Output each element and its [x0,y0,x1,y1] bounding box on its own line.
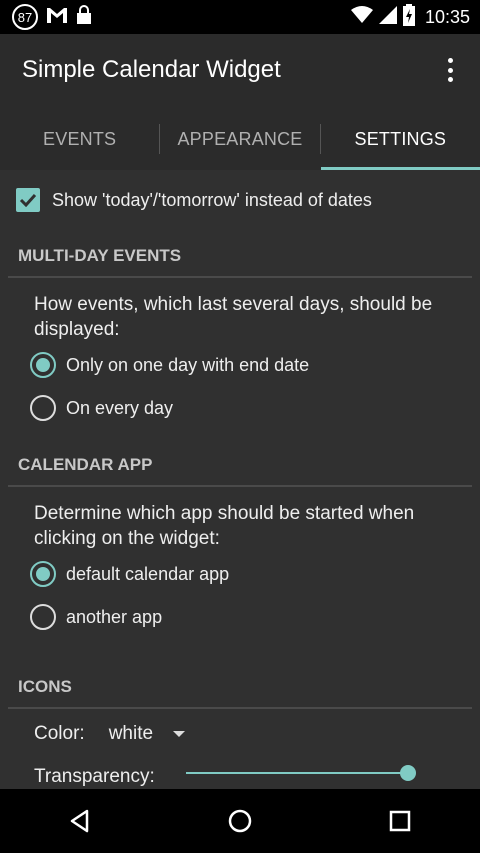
tab-bar: EVENTS APPEARANCE SETTINGS [0,108,480,170]
tab-settings[interactable]: SETTINGS [320,108,480,170]
radio-option-default-app[interactable]: default calendar app [30,561,229,587]
radio-label: Only on one day with end date [66,354,310,375]
app-title: Simple Calendar Widget [22,56,281,83]
calendar-app-description: Determine which app should be started wh… [34,503,415,549]
settings-content[interactable]: Show 'today'/'tomorrow' instead of dates… [0,170,480,789]
color-dropdown[interactable]: white [108,723,186,745]
radio-button[interactable] [30,352,56,378]
radio-label: another app [66,606,163,627]
tab-appearance[interactable]: APPEARANCE [160,108,319,170]
transparency-label: Transparency: [34,766,155,787]
notification-count-badge: 87 [12,4,38,30]
section-title: CALENDAR APP [18,455,153,474]
signal-icon [378,6,397,29]
radio-option-every-day[interactable]: On every day [30,395,173,421]
navigation-bar [0,789,480,853]
status-bar-left: 87 [12,4,92,30]
back-icon[interactable] [60,801,100,841]
overflow-menu-icon[interactable] [440,56,460,84]
icons-section-header: ICONS [8,677,472,709]
radio-button[interactable] [30,604,56,630]
section-title: MULTI-DAY EVENTS [18,246,182,265]
gmail-icon [46,6,68,29]
color-value: white [108,723,154,744]
section-title: ICONS [18,677,72,696]
lock-icon [76,4,92,30]
radio-option-another-app[interactable]: another app [30,604,162,630]
radio-option-one-day[interactable]: Only on one day with end date [30,352,309,378]
multi-day-description: How events, which last several days, sho… [34,294,433,340]
status-bar-right: 10:35 [350,4,470,31]
home-icon[interactable] [220,801,260,841]
radio-label: default calendar app [66,563,230,584]
clock-time: 10:35 [424,7,470,27]
show-today-checkbox[interactable] [16,188,40,212]
recents-icon[interactable] [380,801,420,841]
calendar-app-section-header: CALENDAR APP [8,455,472,487]
app-bar: Simple Calendar Widget EVENTS APPEARANCE… [0,34,480,170]
radio-button[interactable] [30,395,56,421]
check-icon [19,193,37,207]
slider-track [186,772,410,774]
multi-day-section-header: MULTI-DAY EVENTS [8,246,472,278]
battery-charging-icon [402,4,415,31]
section-divider [8,485,472,487]
section-divider [8,276,472,278]
wifi-icon [350,6,373,29]
transparency-slider[interactable] [186,765,416,781]
icon-color-setting: Color: white [34,723,186,745]
show-today-setting[interactable]: Show 'today'/'tomorrow' instead of dates [16,188,372,212]
show-today-label: Show 'today'/'tomorrow' instead of dates [52,189,372,210]
slider-thumb[interactable] [400,765,416,781]
radio-button[interactable] [30,561,56,587]
status-bar: 87 10:35 [0,0,480,34]
tab-events[interactable]: EVENTS [0,108,159,170]
dropdown-arrow-icon [173,731,186,737]
radio-label: On every day [66,397,174,418]
section-divider [8,707,472,709]
color-label: Color: [34,723,85,744]
